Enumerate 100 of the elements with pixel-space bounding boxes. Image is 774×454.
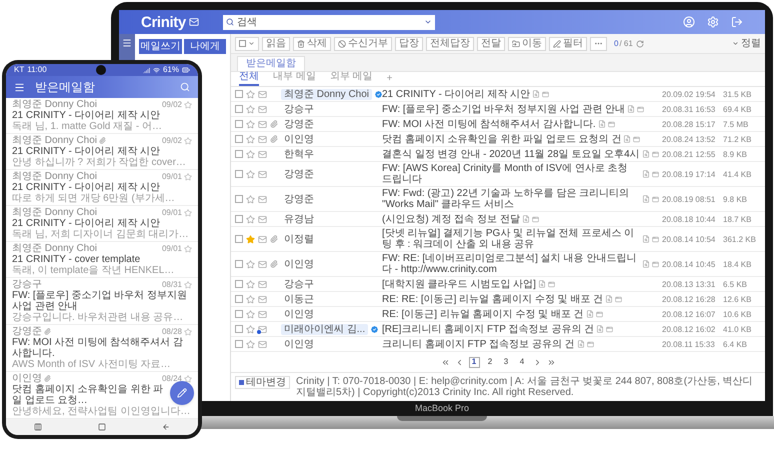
popup-icon[interactable] [542, 90, 550, 98]
checkbox[interactable] [235, 135, 243, 143]
preview-icon[interactable] [532, 90, 540, 98]
star-icon[interactable] [246, 324, 255, 334]
back-icon[interactable] [162, 423, 170, 431]
star-icon[interactable] [246, 90, 255, 98]
toolbar-button[interactable]: 전달 [477, 36, 505, 50]
popup-icon[interactable] [596, 310, 603, 318]
logo[interactable]: Crinity [141, 14, 186, 30]
sender-chip[interactable]: 최영준 Donny Choi [281, 88, 372, 100]
move-button[interactable]: 이동 [508, 36, 546, 50]
menu-icon[interactable] [14, 82, 25, 92]
star-icon[interactable] [184, 100, 192, 108]
checkbox[interactable] [235, 215, 243, 223]
page-button[interactable]: 1 [468, 356, 480, 368]
preview-icon[interactable] [576, 340, 585, 348]
checkbox[interactable] [235, 280, 243, 288]
preview-icon[interactable] [627, 105, 636, 113]
checkbox[interactable] [235, 325, 243, 333]
sender-chip[interactable]: 미래아이엔씨 김... [281, 324, 368, 334]
mail-subject[interactable]: [닷넷 리뉴얼] 결제기능 PG사 및 리뉴얼 전체 프로세스 이팅 후 : 워크데이 산출 외 내용 공유 [382, 228, 640, 250]
toolbar-button[interactable]: 읽음 [262, 36, 290, 50]
compose-button[interactable]: 메일쓰기 [139, 39, 182, 54]
mail-item[interactable]: 강영준 08/28 FW: MOI 사전 미팅에 참석해주셔서 감사합니다. AWS Month of ISV 사전미팅 자료… [6, 325, 198, 372]
star-icon[interactable] [246, 280, 255, 288]
mail-subject[interactable]: FW: MOI 사전 미팅에 참석해주셔서 감사합니다. [382, 118, 596, 130]
preview-icon[interactable] [642, 150, 650, 158]
star-icon[interactable] [246, 150, 255, 158]
star-icon[interactable] [184, 136, 192, 144]
mail-item[interactable]: 최영준 Donny Choi 09/01 21 CRINITY - cover template 독래, 이 template을 작년 HENKEL… [6, 242, 198, 278]
popup-icon[interactable] [652, 260, 659, 268]
mail-subject[interactable]: [RE]크리니티 홈페이지 FTP 접속정보 공유의 건 [382, 324, 594, 334]
checkbox[interactable] [235, 150, 243, 158]
mail-subject[interactable]: 21 CRINITY - 다이어리 제작 시안 [382, 88, 530, 100]
self-mail-button[interactable]: 나에게 [184, 39, 226, 54]
preview-icon[interactable] [596, 325, 604, 333]
checkbox[interactable] [235, 90, 243, 98]
mail-subject[interactable]: [대학지원 클라우드 시범도입 사업] [382, 278, 536, 290]
mail-subject[interactable]: 닷컴 홈페이지 소유확인을 위한 파일 업로드 요청의 건 [382, 134, 622, 144]
star-icon[interactable] [246, 170, 255, 178]
preview-icon[interactable] [623, 135, 632, 143]
star-icon[interactable] [246, 194, 255, 204]
preview-icon[interactable] [642, 195, 650, 203]
star-icon[interactable] [246, 340, 255, 348]
star-icon[interactable] [246, 310, 255, 318]
checkbox[interactable] [235, 105, 243, 113]
block-button[interactable]: 수신거부 [334, 36, 392, 50]
mail-item[interactable]: 최영준 Donny Choi 09/01 21 CRINITY - 다이어리 제작 시안 독래 님, 저희 디자이너 김문희 대리가… [6, 206, 198, 242]
preview-icon[interactable] [642, 260, 650, 268]
preview-icon[interactable] [642, 235, 650, 243]
mail-subject[interactable]: RE: RE: [이동근] 리뉴얼 홈페이지 수정 및 배포 건 [382, 294, 604, 304]
mail-subject[interactable]: FW: [AWS Korea] Crinity를 Month of ISV에 연사로 초청 드립니다 [382, 163, 640, 185]
checkbox[interactable] [235, 170, 243, 178]
checkbox[interactable] [235, 235, 243, 243]
popup-icon[interactable] [548, 280, 555, 288]
mail-subject[interactable]: 크리니티 홈페이지 FTP 접속정보 공유의 건 [382, 338, 575, 350]
star-icon[interactable] [246, 134, 255, 144]
sort-button[interactable]: 정렬 [732, 38, 761, 48]
checkbox[interactable] [235, 310, 243, 318]
popup-icon[interactable] [652, 170, 659, 178]
popup-icon[interactable] [652, 196, 659, 202]
star-icon[interactable] [246, 234, 255, 244]
preview-icon[interactable] [605, 295, 614, 303]
refresh-icon[interactable] [636, 40, 644, 48]
logout-icon[interactable] [731, 16, 743, 28]
star-icon[interactable] [246, 214, 255, 224]
first-page-icon[interactable] [440, 358, 450, 366]
popup-icon[interactable] [652, 150, 659, 158]
page-button[interactable]: 3 [500, 356, 512, 368]
menu-icon[interactable] [122, 38, 132, 48]
preview-icon[interactable] [586, 310, 594, 318]
popup-icon[interactable] [652, 236, 659, 242]
compose-fab[interactable] [170, 381, 194, 405]
preview-icon[interactable] [538, 280, 546, 288]
checkbox[interactable] [235, 195, 243, 203]
folder-tab[interactable]: 받은메일함 [237, 56, 305, 71]
checkbox[interactable] [235, 340, 243, 348]
checkbox[interactable] [235, 295, 243, 303]
mail-subject[interactable]: RE: [이동근] 리뉴얼 홈페이지 수정 및 배포 건 [382, 308, 584, 320]
page-button[interactable]: 4 [516, 356, 528, 368]
mail-subject[interactable]: (시인요청) 계정 접속 정보 전달 [382, 214, 520, 224]
popup-icon[interactable] [532, 216, 539, 222]
checkbox[interactable] [235, 260, 243, 268]
preview-icon[interactable] [522, 215, 530, 223]
star-icon[interactable] [246, 260, 255, 268]
filter-tab[interactable]: 전체 [239, 71, 259, 86]
popup-icon[interactable] [608, 120, 615, 128]
theme-button[interactable]: 테마변경 [235, 376, 290, 389]
popup-icon[interactable] [606, 326, 614, 332]
more-button[interactable] [590, 36, 607, 50]
star-icon[interactable] [246, 120, 255, 128]
recent-apps-icon[interactable] [34, 423, 42, 431]
popup-icon[interactable] [615, 296, 622, 302]
user-icon[interactable] [683, 16, 695, 28]
mail-item[interactable]: 최영준 Donny Choi 09/01 21 CRINITY - 다이어리 제작 시안 따로 하게 되면 개당 6만원 (부가세… [6, 170, 198, 206]
toolbar-button[interactable]: 답장 [395, 36, 423, 50]
star-icon[interactable] [246, 104, 255, 114]
popup-icon[interactable] [637, 106, 644, 112]
mail-item[interactable]: 최영준 Donny Choi 09/02 21 CRINITY - 다이어리 제작 시안 안녕 하십니까 ? 저희가 작업한 cover… [6, 134, 198, 170]
mail-subject[interactable]: FW: RE: [네이버프리미엄로그분석] 설치 내용 안내드립니다 - http://www.crinity.com [382, 253, 640, 275]
